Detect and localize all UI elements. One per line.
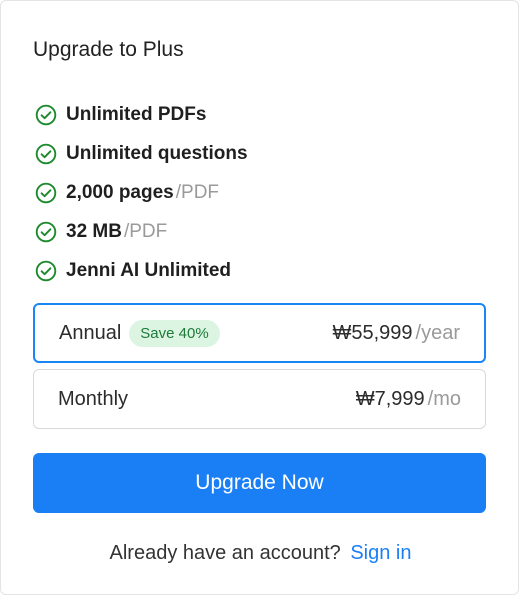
feature-item: 32 MB /PDF [35, 212, 248, 251]
feature-label: Unlimited questions [66, 142, 248, 164]
signin-prompt-row: Already have an account? Sign in [1, 542, 520, 565]
check-circle-icon [35, 182, 57, 204]
signin-link[interactable]: Sign in [350, 542, 411, 564]
feature-list: Unlimited PDFs Unlimited questions 2,000… [35, 95, 248, 290]
plan-name: Annual [59, 321, 122, 344]
plan-price: ₩55,999 [332, 321, 413, 344]
check-circle-icon [35, 221, 57, 243]
feature-unit: /PDF [175, 181, 220, 203]
feature-unit: /PDF [123, 220, 168, 242]
save-badge: Save 40% [129, 319, 220, 347]
feature-item: Jenni AI Unlimited [35, 251, 248, 290]
check-circle-icon [35, 260, 57, 282]
dialog-title: Upgrade to Plus [33, 38, 184, 61]
plan-period: /mo [427, 387, 461, 410]
plan-name: Monthly [58, 387, 129, 410]
upgrade-now-button[interactable]: Upgrade Now [33, 453, 486, 513]
plan-option-monthly[interactable]: Monthly ₩7,999 /mo [33, 369, 486, 429]
upgrade-dialog: Upgrade to Plus Unlimited PDFs Unlimited… [0, 0, 519, 595]
plan-price: ₩7,999 [355, 387, 425, 410]
feature-label: Unlimited PDFs [66, 103, 207, 125]
feature-item: Unlimited questions [35, 134, 248, 173]
plan-period: /year [415, 321, 460, 344]
feature-label: Jenni AI Unlimited [66, 259, 232, 281]
check-circle-icon [35, 143, 57, 165]
feature-label: 2,000 pages [66, 181, 174, 203]
feature-item: Unlimited PDFs [35, 95, 248, 134]
check-circle-icon [35, 104, 57, 126]
plan-option-annual[interactable]: Annual Save 40% ₩55,999 /year [33, 303, 486, 363]
signin-prompt: Already have an account? [109, 542, 341, 564]
feature-label: 32 MB [66, 220, 122, 242]
feature-item: 2,000 pages /PDF [35, 173, 248, 212]
